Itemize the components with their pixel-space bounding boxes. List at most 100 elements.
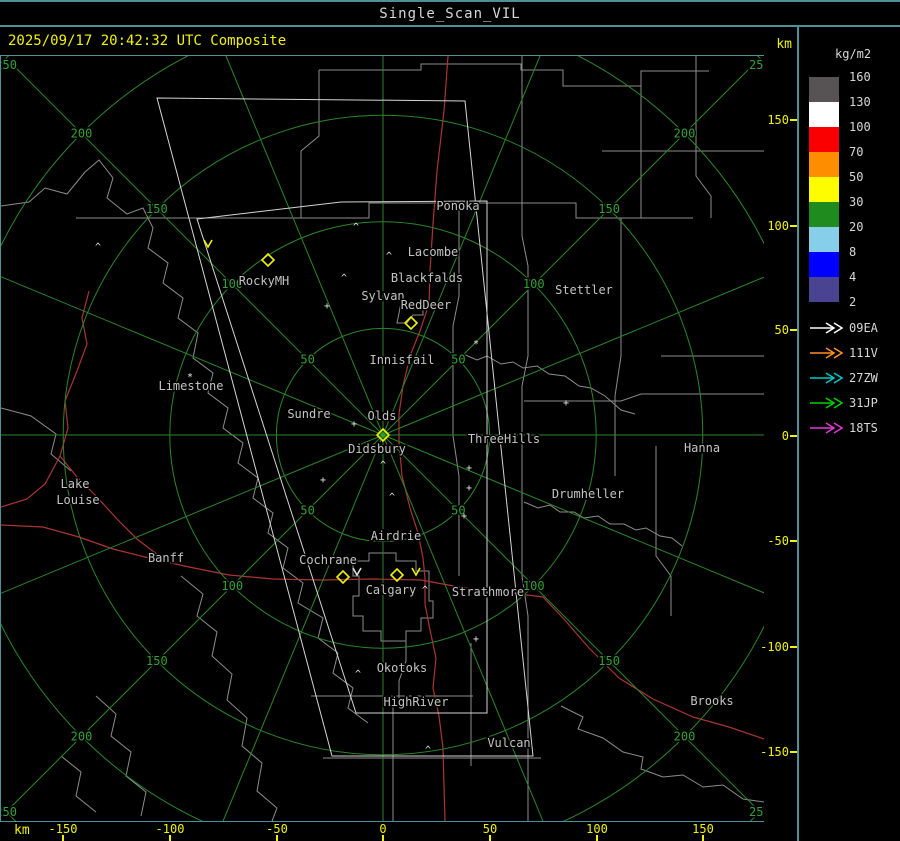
ring-distance-label: 100 bbox=[523, 579, 545, 593]
county-boundary bbox=[462, 353, 636, 415]
vil-scale-value-label: 2 bbox=[849, 295, 857, 309]
azimuth-spoke bbox=[382, 434, 764, 594]
city-label: Louise bbox=[56, 493, 99, 507]
azimuth-spoke bbox=[1, 434, 384, 594]
radar-map-canvas[interactable]: 50 50 50 50 100 100 100 100 150 150 150 150 200 200 20… bbox=[0, 55, 765, 822]
county-boundary bbox=[60, 755, 97, 813]
scale-unit-label: kg/m2 bbox=[835, 47, 872, 61]
county-boundary bbox=[319, 63, 709, 87]
vil-scale-swatch bbox=[809, 102, 839, 127]
storm-direction-chevron-icon bbox=[352, 567, 362, 577]
ring-distance-label: 150 bbox=[146, 654, 168, 668]
storm-track-arrow-icon bbox=[810, 422, 844, 434]
ring-distance-label: 200 bbox=[674, 730, 696, 744]
ring-distance-label: 50 bbox=[300, 503, 314, 517]
vil-scale-swatch bbox=[809, 127, 839, 152]
vil-scale-swatch bbox=[809, 277, 839, 302]
right-axis-tick-label: 50 bbox=[774, 323, 789, 337]
storm-track-arrow-icon bbox=[810, 347, 844, 359]
storm-track-arrow-icon bbox=[810, 397, 844, 409]
azimuth-spoke bbox=[5, 434, 384, 813]
bottom-axis-tick-label: 0 bbox=[379, 822, 387, 836]
azimuth-spoke bbox=[382, 276, 764, 436]
town-marker: ^ bbox=[380, 460, 386, 471]
city-label: Blackfalds bbox=[391, 271, 463, 285]
ring-distance-label: 250 bbox=[749, 58, 764, 72]
azimuth-spoke bbox=[1, 276, 384, 436]
vil-scale-swatch bbox=[809, 177, 839, 202]
right-axis-tick-label: 100 bbox=[767, 219, 789, 233]
city-label: Olds bbox=[368, 409, 397, 423]
vil-scale-swatch bbox=[809, 152, 839, 177]
ring-distance-label: 100 bbox=[221, 579, 243, 593]
vil-scale-swatch bbox=[809, 77, 839, 102]
window-title: Single_Scan_VIL bbox=[379, 6, 521, 22]
vil-scale-value-label: 130 bbox=[849, 95, 871, 109]
vil-scale-value-label: 100 bbox=[849, 120, 871, 134]
city-label: Sylvan bbox=[361, 289, 404, 303]
right-axis-tick-mark bbox=[790, 751, 797, 753]
vil-scale-value-label: 4 bbox=[849, 270, 857, 284]
town-marker: + bbox=[466, 463, 472, 474]
town-marker: + bbox=[351, 419, 357, 430]
right-axis-tick-label: 150 bbox=[767, 113, 789, 127]
city-label: Lake bbox=[61, 477, 90, 491]
storm-track-arrow-icon bbox=[810, 322, 844, 334]
county-boundary bbox=[1, 407, 72, 472]
bottom-axis-tick-mark bbox=[276, 835, 278, 841]
azimuth-spoke bbox=[222, 434, 384, 821]
county-boundary bbox=[300, 70, 320, 218]
town-marker: * bbox=[473, 339, 479, 350]
town-marker: + bbox=[473, 634, 479, 645]
county-boundary bbox=[524, 393, 764, 402]
town-marker: + bbox=[320, 475, 326, 486]
vil-scale-value-label: 50 bbox=[849, 170, 864, 184]
right-axis-tick-mark bbox=[790, 119, 797, 121]
bottom-axis-tick-label: 100 bbox=[586, 822, 608, 836]
city-label: Lacombe bbox=[408, 245, 459, 259]
ring-distance-label: 150 bbox=[598, 654, 620, 668]
vil-scale-swatch bbox=[809, 227, 839, 252]
city-label: Okotoks bbox=[377, 661, 428, 675]
city-label: HighRiver bbox=[383, 695, 448, 709]
right-axis-tick-label: 0 bbox=[781, 429, 789, 443]
storm-track-legend-row: 111V bbox=[809, 346, 899, 360]
town-marker: ^ bbox=[386, 251, 392, 262]
town-marker: ^ bbox=[341, 273, 347, 284]
town-marker: ^ bbox=[389, 492, 395, 503]
county-boundary bbox=[560, 705, 764, 803]
city-label: RockyMH bbox=[239, 274, 290, 288]
town-marker: + bbox=[461, 511, 467, 522]
bottom-axis-tick-label: -150 bbox=[48, 822, 78, 836]
county-boundary bbox=[180, 575, 278, 821]
ring-distance-label: 250 bbox=[749, 805, 764, 819]
ring-distance-label: 100 bbox=[523, 277, 545, 291]
county-boundary bbox=[352, 552, 434, 642]
city-label: Airdrie bbox=[371, 529, 422, 543]
ring-distance-label: 250 bbox=[1, 58, 17, 72]
town-marker: ^ bbox=[95, 242, 101, 253]
bottom-axis-tick-label: -50 bbox=[266, 822, 288, 836]
town-marker: ^ bbox=[422, 585, 428, 596]
vil-scale-value-label: 70 bbox=[849, 145, 864, 159]
city-label: Sundre bbox=[287, 407, 330, 421]
bottom-axis-tick-mark bbox=[702, 835, 704, 841]
right-axis-tick-mark bbox=[790, 435, 797, 437]
city-label: RedDeer bbox=[401, 298, 452, 312]
city-label: ThreeHills bbox=[468, 432, 540, 446]
ring-distance-label: 50 bbox=[451, 353, 465, 367]
right-distance-axis: km 150 100 50 0 -50 -100 -150 bbox=[760, 27, 797, 841]
storm-track-id-label: 27ZW bbox=[849, 371, 878, 385]
bottom-axis-tick-mark bbox=[62, 835, 64, 841]
vil-scale-swatch bbox=[809, 252, 839, 277]
right-axis-tick-mark bbox=[790, 329, 797, 331]
town-marker: ^ bbox=[355, 669, 361, 680]
storm-track-id-label: 09EA bbox=[849, 321, 878, 335]
bottom-axis-tick-label: -100 bbox=[155, 822, 185, 836]
ring-distance-label: 50 bbox=[300, 353, 314, 367]
city-label: Ponoka bbox=[436, 199, 479, 213]
right-axis-unit-label: km bbox=[776, 37, 792, 52]
bottom-axis-tick-mark bbox=[596, 835, 598, 841]
radar-site-core-dot bbox=[381, 433, 385, 437]
storm-track-id-label: 111V bbox=[849, 346, 878, 360]
